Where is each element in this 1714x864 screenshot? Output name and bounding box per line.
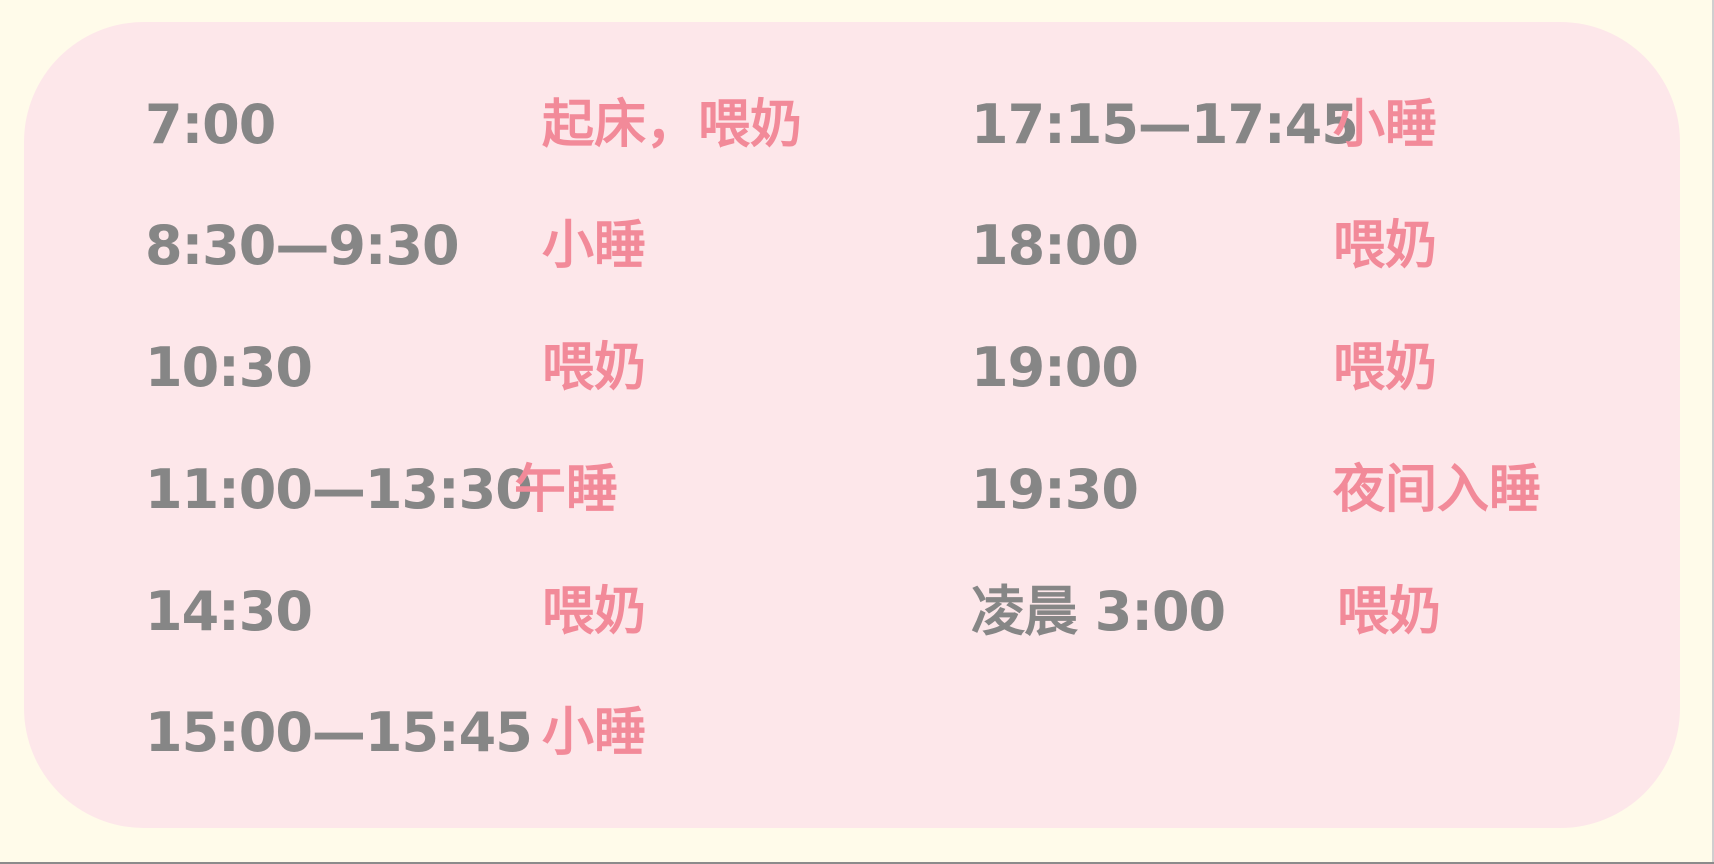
- activity-label: 喂奶: [1333, 216, 1438, 276]
- time-label: 11:00—13:30: [145, 458, 533, 521]
- time-label: 15:00—15:45: [145, 701, 533, 764]
- activity-label: 小睡: [542, 703, 647, 763]
- time-label: 10:30: [145, 336, 313, 399]
- activity-label: 喂奶: [542, 582, 647, 642]
- activity-label: 夜间入睡: [1333, 460, 1542, 520]
- activity-label: 喂奶: [1333, 338, 1438, 398]
- schedule-card: 7:00 起床，喂奶 8:30—9:30 小睡 10:30 喂奶 11:00—1…: [24, 22, 1680, 828]
- time-label: 凌晨 3:00: [971, 580, 1226, 643]
- time-label: 19:30: [971, 458, 1139, 521]
- activity-label: 喂奶: [542, 338, 647, 398]
- time-label: 18:00: [971, 214, 1139, 277]
- activity-label: 起床，喂奶: [542, 95, 803, 155]
- activity-label: 小睡: [1333, 95, 1438, 155]
- time-label: 7:00: [145, 93, 276, 156]
- time-label: 14:30: [145, 580, 313, 643]
- activity-label: 午睡: [514, 460, 619, 520]
- time-label: 8:30—9:30: [145, 214, 460, 277]
- time-label: 17:15—17:45: [971, 93, 1359, 156]
- activity-label: 小睡: [542, 216, 647, 276]
- activity-label: 喂奶: [1337, 582, 1442, 642]
- time-label: 19:00: [971, 336, 1139, 399]
